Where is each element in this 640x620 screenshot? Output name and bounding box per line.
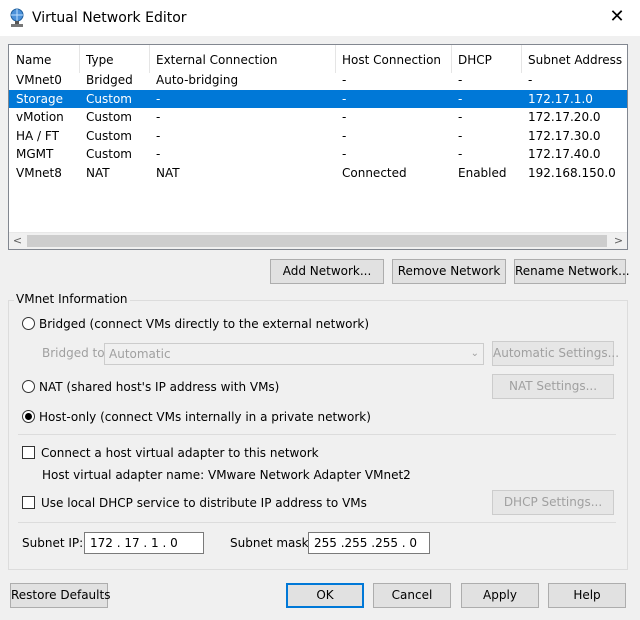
nat-settings-button[interactable]: NAT Settings... xyxy=(492,374,614,399)
scrollbar-thumb[interactable] xyxy=(27,235,607,247)
restore-defaults-button[interactable]: Restore Defaults xyxy=(10,583,110,608)
list-header: Name Type External Connection Host Conne… xyxy=(9,45,627,73)
cell-type: NAT xyxy=(86,165,110,180)
subnet-ip-label: Subnet IP: xyxy=(22,536,84,550)
bridged-to-label: Bridged to: xyxy=(42,346,109,360)
group-legend: VMnet Information xyxy=(14,292,130,306)
cell-external: Auto-bridging xyxy=(156,73,239,87)
cell-host: - xyxy=(342,73,347,87)
connect-adapter-checkbox[interactable]: Connect a host virtual adapter to this n… xyxy=(22,444,319,462)
table-row-selected[interactable]: Storage Custom - - - 172.17.1.0 xyxy=(9,89,627,108)
cell-subnet: 172.17.1.0 xyxy=(528,91,593,106)
cell-subnet: 172.17.40.0 xyxy=(528,147,601,161)
subnet-ip-input[interactable]: 172 . 17 . 1 . 0 xyxy=(84,532,204,554)
nat-radio[interactable]: NAT (shared host's IP address with VMs) xyxy=(22,378,279,396)
cell-dhcp: - xyxy=(458,91,463,106)
radio-nat-indicator[interactable] xyxy=(22,380,35,393)
window-title: Virtual Network Editor xyxy=(32,10,187,26)
cell-name: VMnet0 xyxy=(16,73,62,87)
scroll-right-icon[interactable]: > xyxy=(610,233,627,249)
column-header-name[interactable]: Name xyxy=(9,45,51,73)
bridged-to-value: Automatic xyxy=(109,347,171,361)
cell-type: Custom xyxy=(86,110,132,124)
cancel-button[interactable]: Cancel xyxy=(373,583,451,608)
column-header-type[interactable]: Type xyxy=(79,45,114,73)
nat-label: NAT (shared host's IP address with VMs) xyxy=(39,380,280,394)
cell-dhcp: - xyxy=(458,110,463,124)
help-button[interactable]: Help xyxy=(548,583,626,608)
bridged-label: Bridged (connect VMs directly to the ext… xyxy=(39,317,370,331)
cell-dhcp: Enabled xyxy=(458,165,507,180)
dhcp-label: Use local DHCP service to distribute IP … xyxy=(41,496,367,510)
host-only-label: Host-only (connect VMs internally in a p… xyxy=(39,410,371,424)
divider xyxy=(18,522,616,523)
network-list[interactable]: Name Type External Connection Host Conne… xyxy=(8,44,628,250)
rename-network-button[interactable]: Rename Network... xyxy=(514,259,630,284)
cell-external: NAT xyxy=(156,165,180,180)
host-only-radio[interactable]: Host-only (connect VMs internally in a p… xyxy=(22,408,371,426)
cell-type: Custom xyxy=(86,128,132,143)
add-network-button[interactable]: Add Network... xyxy=(270,259,384,284)
cell-name: HA / FT xyxy=(16,128,59,143)
bridged-radio[interactable]: Bridged (connect VMs directly to the ext… xyxy=(22,315,369,333)
cell-subnet: - xyxy=(528,73,533,87)
cell-dhcp: - xyxy=(458,147,463,161)
cell-external: - xyxy=(156,110,161,124)
radio-bridged-indicator[interactable] xyxy=(22,317,35,330)
scroll-left-icon[interactable]: < xyxy=(9,233,26,249)
cell-host: - xyxy=(342,91,347,106)
column-header-host[interactable]: Host Connection xyxy=(335,45,441,73)
chevron-down-icon: ⌄ xyxy=(470,348,479,359)
title-bar: Virtual Network Editor ✕ xyxy=(0,0,640,36)
cell-name: Storage xyxy=(16,91,63,106)
automatic-settings-button[interactable]: Automatic Settings... xyxy=(492,341,619,366)
cell-name: vMotion xyxy=(16,110,64,124)
apply-button[interactable]: Apply xyxy=(461,583,539,608)
cell-host: - xyxy=(342,110,347,124)
remove-network-button[interactable]: Remove Network xyxy=(392,259,506,284)
cell-type: Custom xyxy=(86,91,132,106)
close-icon[interactable]: ✕ xyxy=(594,0,640,36)
cell-subnet: 192.168.150.0 xyxy=(528,165,616,180)
subnet-mask-label: Subnet mask: xyxy=(230,536,313,550)
cell-subnet: 172.17.30.0 xyxy=(528,128,601,143)
cell-host: - xyxy=(342,147,347,161)
cell-subnet: 172.17.20.0 xyxy=(528,110,601,124)
table-row[interactable]: MGMT Custom - - - 172.17.40.0 xyxy=(9,145,627,164)
divider xyxy=(18,434,616,435)
cell-external: - xyxy=(156,128,161,143)
subnet-mask-input[interactable]: 255 .255 .255 . 0 xyxy=(308,532,430,554)
column-header-dhcp[interactable]: DHCP xyxy=(451,45,492,73)
cell-name: VMnet8 xyxy=(16,165,62,180)
dhcp-box[interactable] xyxy=(22,496,35,509)
connect-adapter-label: Connect a host virtual adapter to this n… xyxy=(41,446,319,460)
table-row[interactable]: VMnet0 Bridged Auto-bridging - - - xyxy=(9,71,627,90)
cell-dhcp: - xyxy=(458,128,463,143)
ok-button[interactable]: OK xyxy=(286,583,364,608)
table-row[interactable]: vMotion Custom - - - 172.17.20.0 xyxy=(9,108,627,127)
cell-host: Connected xyxy=(342,165,407,180)
column-header-external[interactable]: External Connection xyxy=(149,45,278,73)
table-row[interactable]: HA / FT Custom - - - 172.17.30.0 xyxy=(9,127,627,146)
radio-host-only-indicator[interactable] xyxy=(22,410,35,423)
connect-adapter-box[interactable] xyxy=(22,446,35,459)
cell-external: - xyxy=(156,147,161,161)
cell-type: Custom xyxy=(86,147,132,161)
cell-type: Bridged xyxy=(86,73,133,87)
bridged-to-select[interactable]: Automatic ⌄ xyxy=(104,343,484,365)
column-header-subnet[interactable]: Subnet Address xyxy=(521,45,622,73)
cell-name: MGMT xyxy=(16,147,54,161)
horizontal-scrollbar[interactable]: < > xyxy=(9,232,627,249)
network-globe-icon xyxy=(10,8,24,27)
table-row[interactable]: VMnet8 NAT NAT Connected Enabled 192.168… xyxy=(9,164,627,183)
cell-dhcp: - xyxy=(458,73,463,87)
cell-host: - xyxy=(342,128,347,143)
dhcp-checkbox[interactable]: Use local DHCP service to distribute IP … xyxy=(22,494,367,512)
cell-external: - xyxy=(156,91,161,106)
dhcp-settings-button[interactable]: DHCP Settings... xyxy=(492,490,614,515)
adapter-name-text: Host virtual adapter name: VMware Networ… xyxy=(42,468,411,482)
